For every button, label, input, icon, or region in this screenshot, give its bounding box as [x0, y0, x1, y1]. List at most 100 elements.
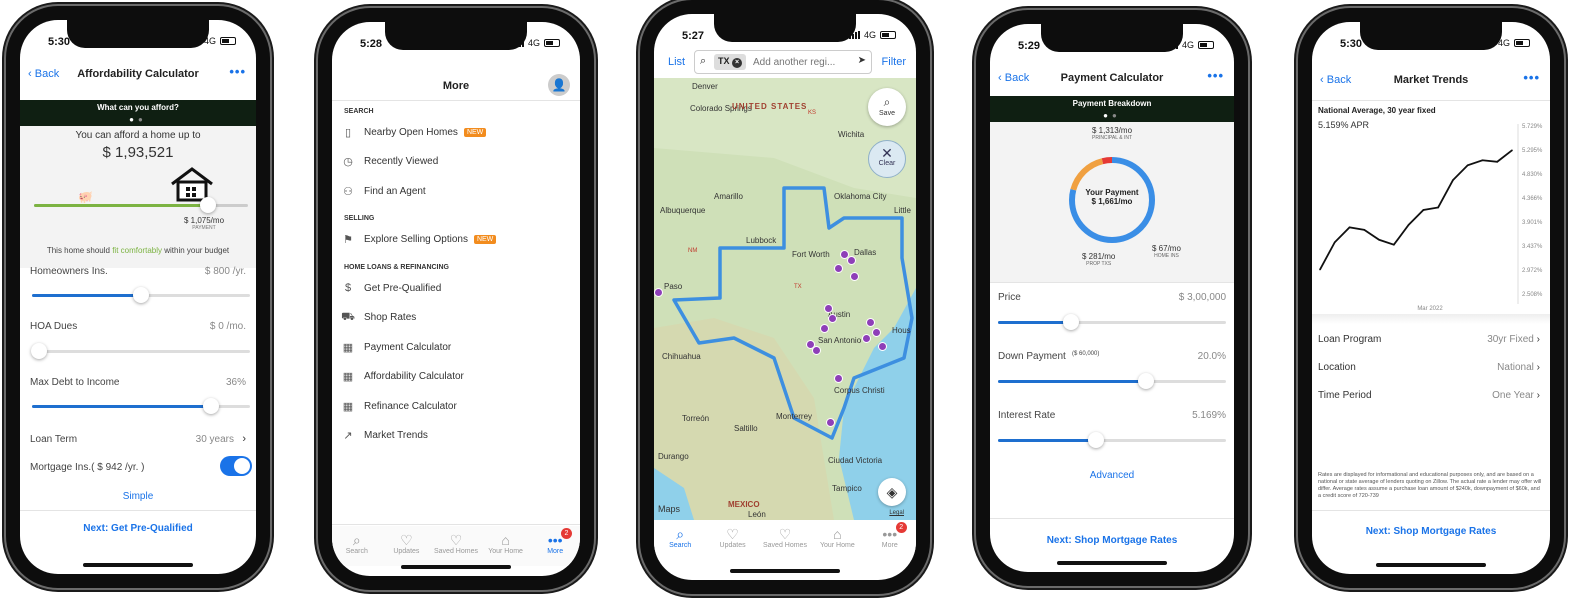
map-pin[interactable]: [828, 314, 837, 323]
price-slider[interactable]: [998, 314, 1226, 330]
map-pin[interactable]: [847, 256, 856, 265]
map-view[interactable]: Denver Colorado Springs Wichita Oklahoma Ci…: [654, 78, 916, 520]
down-payment-slider[interactable]: [998, 373, 1226, 389]
hoa-slider[interactable]: [30, 343, 250, 359]
notch: [714, 14, 856, 42]
data-point: [1393, 243, 1395, 246]
page-title: Market Trends: [1393, 74, 1469, 86]
menu-item-get-pre-qualified[interactable]: $ Get Pre-Qualified: [342, 282, 441, 294]
dti-slider[interactable]: [32, 398, 250, 414]
map-pin[interactable]: [850, 272, 859, 281]
tab-search[interactable]: ⌕ Search: [655, 526, 705, 549]
homeowners-slider[interactable]: [32, 287, 250, 303]
tab-updates[interactable]: ♡ Updates: [708, 526, 758, 549]
map-pin[interactable]: [862, 334, 871, 343]
homeowners-slider-knob[interactable]: [133, 287, 149, 303]
more-icon[interactable]: •••: [1207, 68, 1224, 83]
menu-item-nearby-open-homes[interactable]: ▯ Nearby Open Homes NEW: [342, 126, 487, 139]
home-indicator: [401, 565, 511, 569]
updates-icon: ♡: [400, 532, 413, 548]
remove-chip-icon[interactable]: ×: [732, 58, 743, 68]
loan-term-row[interactable]: Loan Term 30 years ›: [20, 433, 256, 454]
map-pin[interactable]: [878, 342, 887, 351]
map-pin[interactable]: [812, 346, 821, 355]
menu-item-shop-rates[interactable]: ⛟ Shop Rates: [341, 311, 416, 324]
afford-slider[interactable]: [34, 197, 248, 213]
location-arrow-icon[interactable]: ➤: [858, 55, 866, 66]
simple-link[interactable]: Simple: [20, 491, 256, 502]
next-shop-rates-button[interactable]: Next: Shop Mortgage Rates: [1312, 526, 1550, 537]
map-pin[interactable]: [866, 318, 875, 327]
map-pin[interactable]: [820, 324, 829, 333]
section-loans: HOME LOANS & REFINANCING: [344, 264, 449, 271]
menu-item-payment-calculator[interactable]: ▦ Payment Calculator: [342, 341, 451, 354]
y-tick-label: 3.437%: [1522, 244, 1543, 250]
tab-saved[interactable]: ♡ Saved Homes: [431, 532, 481, 555]
map-label: Torreón: [682, 414, 710, 423]
map-label: NM: [688, 248, 698, 254]
advanced-link[interactable]: Advanced: [990, 470, 1234, 481]
clear-map-button[interactable]: ✕ Clear: [868, 140, 906, 178]
menu-item-affordability-calculator[interactable]: ▦ Affordability Calculator: [342, 371, 464, 383]
afford-slider-knob[interactable]: [200, 197, 216, 213]
menu-item-refinance-calculator[interactable]: ▦ Refinance Calculator: [342, 400, 457, 413]
phone-trends: 5:30 4G ‹ Back Market Trends ••• National…: [1298, 8, 1564, 588]
map-pin[interactable]: [824, 304, 833, 313]
legal-link[interactable]: Legal: [889, 510, 904, 516]
layers-button[interactable]: ◈: [878, 478, 906, 506]
map-pin[interactable]: [654, 288, 663, 297]
tab-home[interactable]: ⌂ Your Home: [812, 526, 862, 549]
region-chip[interactable]: TX ×: [714, 54, 747, 70]
tab-more[interactable]: ••• More 2: [865, 522, 915, 549]
tab-more[interactable]: ••• More 2: [530, 528, 580, 555]
calculator-icon: ▦: [342, 341, 354, 354]
map-label: Corpus Christi: [834, 386, 885, 395]
dti-slider-knob[interactable]: [202, 398, 219, 414]
tab-saved[interactable]: ♡ Saved Homes: [760, 526, 810, 549]
tab-home[interactable]: ⌂ Your Home: [481, 532, 531, 555]
trend-icon: ↗: [343, 430, 353, 442]
map-label: Oklahoma City: [834, 192, 887, 201]
next-shop-rates-button[interactable]: Next: Shop Mortgage Rates: [990, 535, 1234, 546]
filter-button[interactable]: Filter: [882, 56, 906, 68]
save-map-button[interactable]: ⌕ Save: [868, 88, 906, 126]
interest-rate-slider[interactable]: [998, 432, 1226, 448]
page-dots[interactable]: ●●: [20, 115, 256, 124]
hoa-slider-knob[interactable]: [30, 343, 47, 359]
next-prequalified-button[interactable]: Next: Get Pre-Qualified: [20, 523, 256, 534]
map-pin[interactable]: [834, 374, 843, 383]
price-slider-knob[interactable]: [1062, 314, 1079, 330]
clock: 5:30: [1340, 38, 1363, 50]
more-icon[interactable]: •••: [1523, 70, 1540, 85]
map-pin[interactable]: [872, 328, 881, 337]
door-icon: ▯: [344, 126, 352, 139]
map-pin[interactable]: [826, 418, 835, 427]
more-icon[interactable]: •••: [229, 64, 246, 79]
interest-rate-slider-knob[interactable]: [1088, 432, 1105, 448]
data-point: [1466, 164, 1469, 167]
map-label: Albuquerque: [660, 206, 706, 215]
screen: 5:28 4G More 👤 SEARCH ▯ Nearby Open Homes N…: [332, 22, 580, 576]
close-icon: ✕: [881, 145, 893, 161]
map-label: TX: [794, 284, 802, 290]
menu-item-market-trends[interactable]: ↗ Market Trends: [342, 430, 428, 442]
map-pin[interactable]: [834, 264, 843, 273]
house-icon: ⌂: [501, 532, 510, 548]
home-indicator: [83, 563, 193, 567]
menu-item-explore-selling-options[interactable]: ⚑ Explore Selling Options NEW: [342, 233, 497, 246]
list-button[interactable]: List: [668, 56, 685, 68]
page-dots[interactable]: ●●: [990, 111, 1234, 120]
avatar[interactable]: 👤: [548, 74, 570, 96]
tab-search[interactable]: ⌕ Search: [332, 532, 382, 555]
mortgage-ins-toggle[interactable]: [220, 456, 252, 476]
nav-bar: ‹ Back Affordability Calculator •••: [20, 60, 256, 90]
map-label: Ciudad Victoria: [828, 456, 883, 465]
battery-icon: [880, 31, 896, 39]
tab-updates[interactable]: ♡ Updates: [382, 532, 432, 555]
map-label: Amarillo: [714, 192, 743, 201]
menu-item-find-an-agent[interactable]: ⚇ Find an Agent: [342, 185, 426, 198]
data-point: [1348, 226, 1351, 229]
region-search-input[interactable]: [753, 54, 853, 70]
down-payment-slider-knob[interactable]: [1138, 373, 1155, 389]
menu-item-recently-viewed[interactable]: ◷ Recently Viewed: [342, 156, 438, 168]
